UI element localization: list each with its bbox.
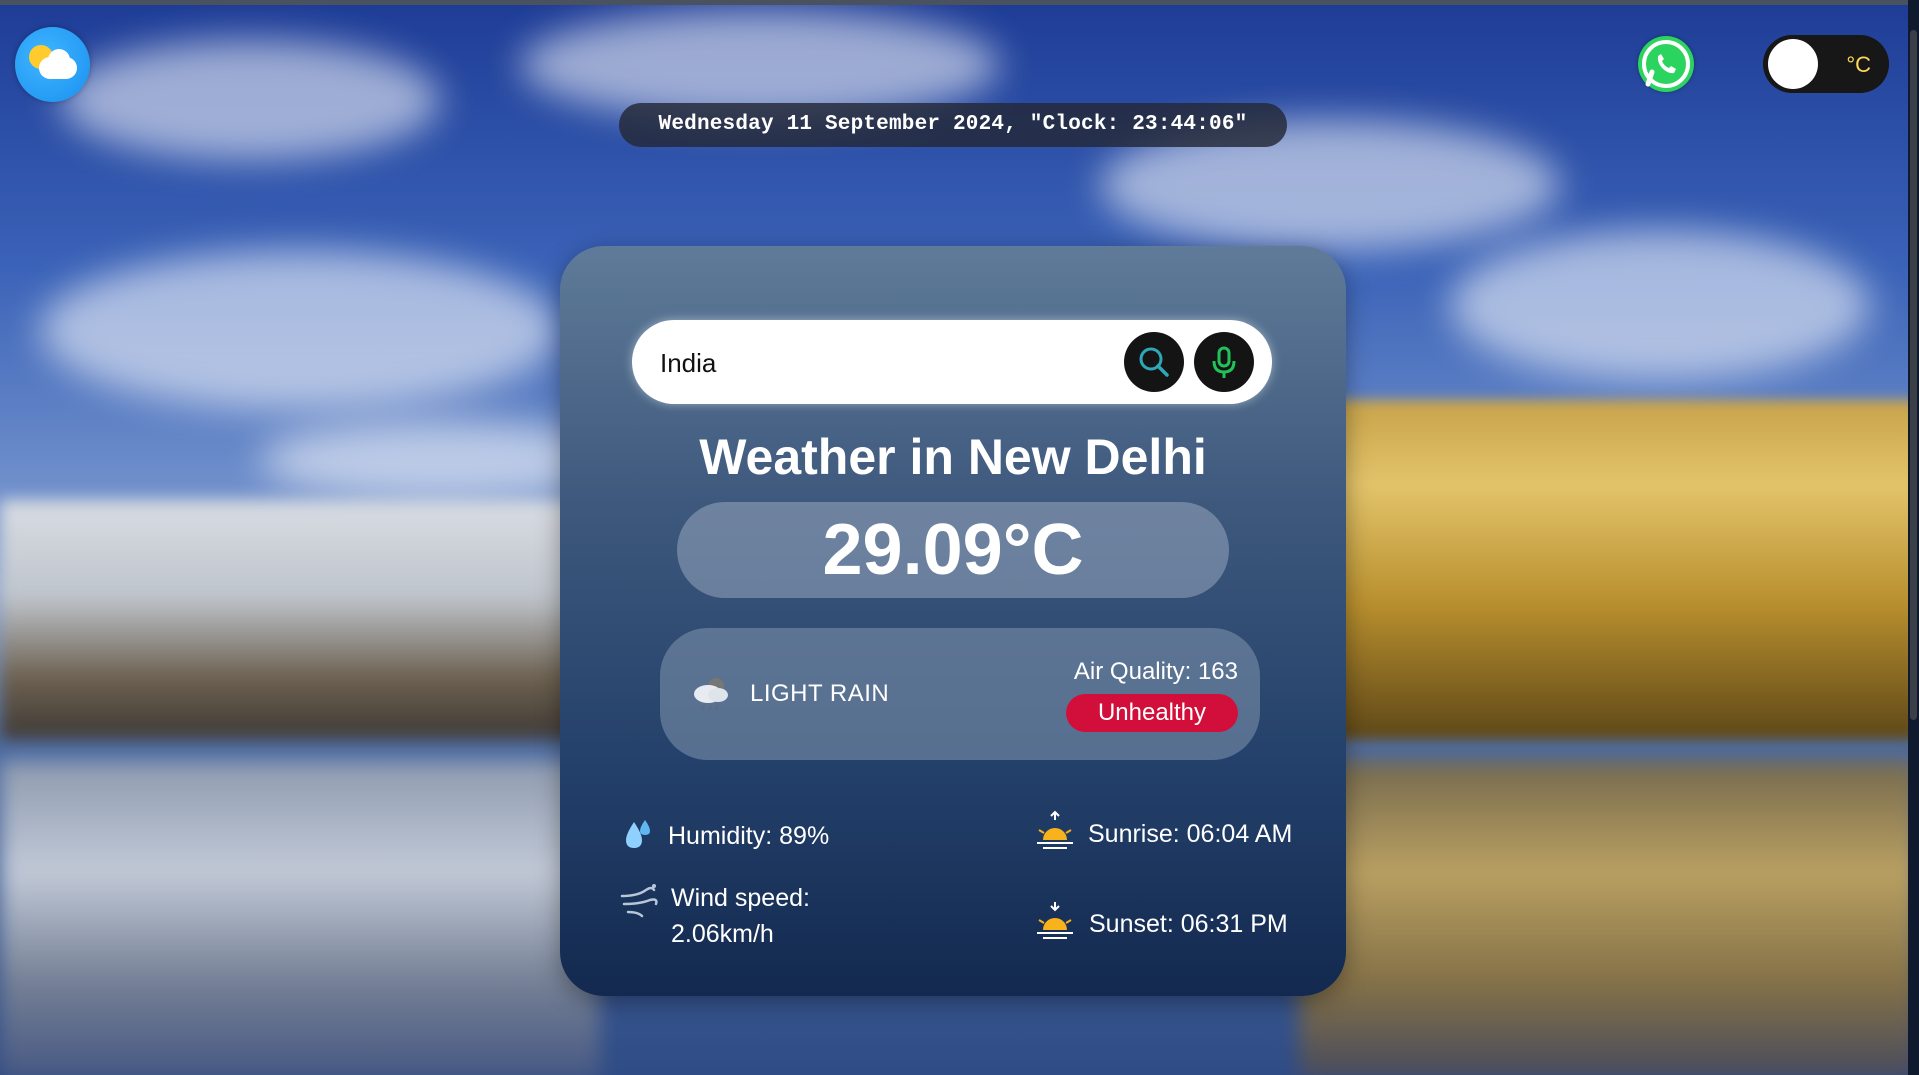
wind-label: Wind speed: [671,884,810,912]
condition-label: LIGHT RAIN [750,680,890,707]
mic-button[interactable] [1194,332,1254,392]
sunset-icon [1037,902,1073,939]
wind-stat: Wind speed: 2.06km/h [620,878,920,958]
toggle-knob [1768,39,1818,89]
air-quality-label: Air Quality: 163 [1073,658,1238,685]
search-icon [1139,347,1169,377]
rain-cloud-icon [694,678,728,711]
humidity-label: Humidity: 89% [668,822,830,850]
sunrise-stat: Sunrise: 06:04 AM [1035,808,1335,856]
wind-value: 2.06km/h [671,920,774,948]
temperature-value: 29.09°C [677,502,1229,598]
datetime-clock: Wednesday 11 September 2024, "Clock: 23:… [619,103,1287,147]
water-drop-icon [626,820,650,848]
scrollbar[interactable] [1908,0,1919,1075]
unit-label: °C [1846,52,1871,77]
top-border [0,0,1919,5]
wind-icon [620,884,658,918]
whatsapp-icon[interactable] [1638,36,1694,92]
search-input[interactable] [658,340,1122,386]
unit-toggle[interactable]: °C [1763,35,1889,93]
condition-panel: LIGHT RAIN Air Quality: 163 Unhealthy [660,628,1260,760]
sunset-label: Sunset: 06:31 PM [1089,910,1288,938]
weather-card: Weather in New Delhi 29.09°C LIGHT RAIN … [560,246,1346,996]
mic-icon [1212,346,1236,378]
sun-cloud-icon [15,27,90,102]
sunset-stat: Sunset: 06:31 PM [1035,898,1335,946]
search-button[interactable] [1124,332,1184,392]
sunrise-icon [1037,810,1073,849]
humidity-stat: Humidity: 89% [623,816,883,856]
air-quality-badge: Unhealthy [1066,694,1238,732]
search-bar [632,320,1272,404]
weather-title: Weather in New Delhi [699,429,1207,485]
sunrise-label: Sunrise: 06:04 AM [1088,820,1293,848]
